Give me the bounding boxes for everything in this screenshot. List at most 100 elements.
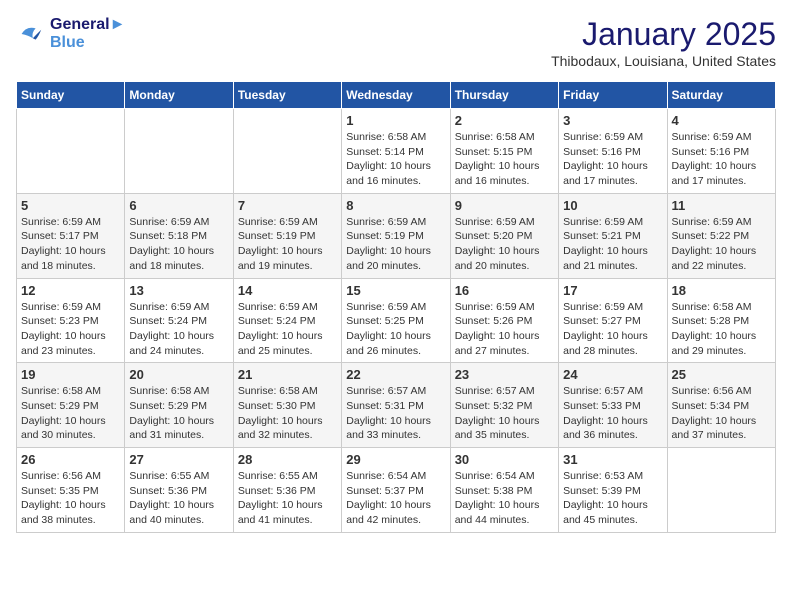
day-info: Sunrise: 6:59 AMSunset: 5:24 PMDaylight:… [129,300,228,359]
calendar-week-2: 5 Sunrise: 6:59 AMSunset: 5:17 PMDayligh… [17,193,776,278]
day-info: Sunrise: 6:58 AMSunset: 5:29 PMDaylight:… [129,384,228,443]
logo-icon [16,20,44,48]
day-info: Sunrise: 6:53 AMSunset: 5:39 PMDaylight:… [563,469,662,528]
day-info: Sunrise: 6:59 AMSunset: 5:22 PMDaylight:… [672,215,771,274]
calendar-cell: 10 Sunrise: 6:59 AMSunset: 5:21 PMDaylig… [559,193,667,278]
calendar-week-4: 19 Sunrise: 6:58 AMSunset: 5:29 PMDaylig… [17,363,776,448]
day-info: Sunrise: 6:58 AMSunset: 5:28 PMDaylight:… [672,300,771,359]
day-number: 14 [238,283,337,298]
day-info: Sunrise: 6:59 AMSunset: 5:23 PMDaylight:… [21,300,120,359]
day-info: Sunrise: 6:55 AMSunset: 5:36 PMDaylight:… [238,469,337,528]
header-monday: Monday [125,82,233,109]
calendar-cell: 12 Sunrise: 6:59 AMSunset: 5:23 PMDaylig… [17,278,125,363]
day-info: Sunrise: 6:59 AMSunset: 5:17 PMDaylight:… [21,215,120,274]
day-info: Sunrise: 6:59 AMSunset: 5:25 PMDaylight:… [346,300,445,359]
day-number: 15 [346,283,445,298]
calendar-cell [233,109,341,194]
day-info: Sunrise: 6:59 AMSunset: 5:27 PMDaylight:… [563,300,662,359]
day-info: Sunrise: 6:59 AMSunset: 5:24 PMDaylight:… [238,300,337,359]
calendar-cell: 14 Sunrise: 6:59 AMSunset: 5:24 PMDaylig… [233,278,341,363]
day-number: 19 [21,367,120,382]
header-saturday: Saturday [667,82,775,109]
calendar-cell: 6 Sunrise: 6:59 AMSunset: 5:18 PMDayligh… [125,193,233,278]
day-number: 9 [455,198,554,213]
day-number: 22 [346,367,445,382]
day-number: 20 [129,367,228,382]
calendar-cell [17,109,125,194]
day-number: 26 [21,452,120,467]
day-info: Sunrise: 6:56 AMSunset: 5:34 PMDaylight:… [672,384,771,443]
calendar-cell: 15 Sunrise: 6:59 AMSunset: 5:25 PMDaylig… [342,278,450,363]
calendar-week-3: 12 Sunrise: 6:59 AMSunset: 5:23 PMDaylig… [17,278,776,363]
calendar-cell: 13 Sunrise: 6:59 AMSunset: 5:24 PMDaylig… [125,278,233,363]
calendar-cell: 1 Sunrise: 6:58 AMSunset: 5:14 PMDayligh… [342,109,450,194]
calendar-cell: 20 Sunrise: 6:58 AMSunset: 5:29 PMDaylig… [125,363,233,448]
day-info: Sunrise: 6:59 AMSunset: 5:21 PMDaylight:… [563,215,662,274]
day-number: 25 [672,367,771,382]
calendar-week-1: 1 Sunrise: 6:58 AMSunset: 5:14 PMDayligh… [17,109,776,194]
day-number: 23 [455,367,554,382]
days-header-row: Sunday Monday Tuesday Wednesday Thursday… [17,82,776,109]
day-info: Sunrise: 6:58 AMSunset: 5:29 PMDaylight:… [21,384,120,443]
calendar-cell: 8 Sunrise: 6:59 AMSunset: 5:19 PMDayligh… [342,193,450,278]
day-info: Sunrise: 6:59 AMSunset: 5:16 PMDaylight:… [672,130,771,189]
month-title: January 2025 [551,16,776,53]
day-info: Sunrise: 6:58 AMSunset: 5:14 PMDaylight:… [346,130,445,189]
calendar-cell: 26 Sunrise: 6:56 AMSunset: 5:35 PMDaylig… [17,448,125,533]
day-info: Sunrise: 6:59 AMSunset: 5:26 PMDaylight:… [455,300,554,359]
logo: General► Blue [16,16,125,52]
calendar-cell: 23 Sunrise: 6:57 AMSunset: 5:32 PMDaylig… [450,363,558,448]
day-info: Sunrise: 6:58 AMSunset: 5:30 PMDaylight:… [238,384,337,443]
day-number: 2 [455,113,554,128]
day-number: 13 [129,283,228,298]
calendar-cell: 18 Sunrise: 6:58 AMSunset: 5:28 PMDaylig… [667,278,775,363]
day-info: Sunrise: 6:57 AMSunset: 5:33 PMDaylight:… [563,384,662,443]
day-info: Sunrise: 6:56 AMSunset: 5:35 PMDaylight:… [21,469,120,528]
header-wednesday: Wednesday [342,82,450,109]
calendar-cell: 21 Sunrise: 6:58 AMSunset: 5:30 PMDaylig… [233,363,341,448]
calendar-cell [125,109,233,194]
calendar-cell: 5 Sunrise: 6:59 AMSunset: 5:17 PMDayligh… [17,193,125,278]
day-number: 29 [346,452,445,467]
day-number: 12 [21,283,120,298]
day-number: 18 [672,283,771,298]
day-number: 7 [238,198,337,213]
location: Thibodaux, Louisiana, United States [551,53,776,69]
header-sunday: Sunday [17,82,125,109]
calendar-cell: 27 Sunrise: 6:55 AMSunset: 5:36 PMDaylig… [125,448,233,533]
day-info: Sunrise: 6:55 AMSunset: 5:36 PMDaylight:… [129,469,228,528]
calendar-cell: 16 Sunrise: 6:59 AMSunset: 5:26 PMDaylig… [450,278,558,363]
day-info: Sunrise: 6:57 AMSunset: 5:31 PMDaylight:… [346,384,445,443]
page-header: General► Blue January 2025 Thibodaux, Lo… [16,16,776,69]
day-info: Sunrise: 6:59 AMSunset: 5:19 PMDaylight:… [346,215,445,274]
day-info: Sunrise: 6:59 AMSunset: 5:18 PMDaylight:… [129,215,228,274]
calendar-cell: 28 Sunrise: 6:55 AMSunset: 5:36 PMDaylig… [233,448,341,533]
day-number: 31 [563,452,662,467]
day-info: Sunrise: 6:54 AMSunset: 5:38 PMDaylight:… [455,469,554,528]
day-number: 1 [346,113,445,128]
calendar-cell: 25 Sunrise: 6:56 AMSunset: 5:34 PMDaylig… [667,363,775,448]
day-number: 3 [563,113,662,128]
day-number: 6 [129,198,228,213]
header-thursday: Thursday [450,82,558,109]
header-tuesday: Tuesday [233,82,341,109]
header-friday: Friday [559,82,667,109]
calendar-cell: 11 Sunrise: 6:59 AMSunset: 5:22 PMDaylig… [667,193,775,278]
day-info: Sunrise: 6:54 AMSunset: 5:37 PMDaylight:… [346,469,445,528]
calendar-cell: 17 Sunrise: 6:59 AMSunset: 5:27 PMDaylig… [559,278,667,363]
calendar-cell: 22 Sunrise: 6:57 AMSunset: 5:31 PMDaylig… [342,363,450,448]
calendar-cell: 30 Sunrise: 6:54 AMSunset: 5:38 PMDaylig… [450,448,558,533]
day-number: 8 [346,198,445,213]
calendar-cell: 24 Sunrise: 6:57 AMSunset: 5:33 PMDaylig… [559,363,667,448]
calendar-cell: 29 Sunrise: 6:54 AMSunset: 5:37 PMDaylig… [342,448,450,533]
title-block: January 2025 Thibodaux, Louisiana, Unite… [551,16,776,69]
calendar-cell: 31 Sunrise: 6:53 AMSunset: 5:39 PMDaylig… [559,448,667,533]
calendar-cell: 7 Sunrise: 6:59 AMSunset: 5:19 PMDayligh… [233,193,341,278]
day-number: 4 [672,113,771,128]
day-number: 11 [672,198,771,213]
day-info: Sunrise: 6:59 AMSunset: 5:19 PMDaylight:… [238,215,337,274]
calendar-cell: 4 Sunrise: 6:59 AMSunset: 5:16 PMDayligh… [667,109,775,194]
day-number: 28 [238,452,337,467]
day-number: 5 [21,198,120,213]
day-number: 17 [563,283,662,298]
